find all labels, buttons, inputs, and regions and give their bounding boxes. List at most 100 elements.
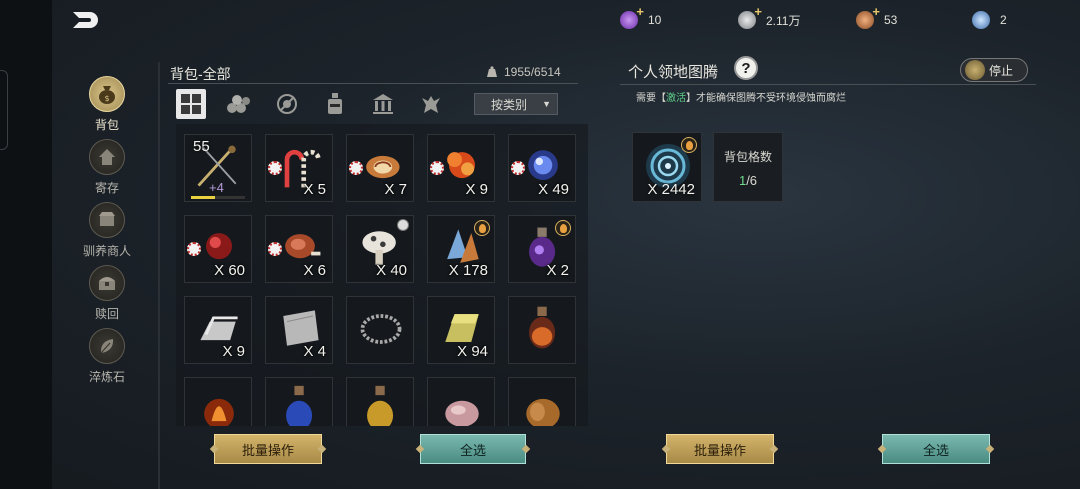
bag-title: 背包-全部	[170, 66, 231, 82]
sort-dropdown[interactable]: 按类别 ▼	[474, 93, 558, 115]
item-slot[interactable]	[508, 377, 576, 426]
tab-food[interactable]	[272, 89, 302, 119]
gear-badge-icon	[349, 161, 363, 175]
totem-note: 需要【激活】才能确保图腾不受环境侵蚀而腐烂	[636, 93, 846, 104]
bag-capacity: 1955/6514	[486, 65, 561, 79]
item-quantity: X 9	[465, 181, 488, 198]
flame-badge-icon	[474, 220, 490, 236]
item-slot[interactable]	[346, 377, 414, 426]
tab-potions[interactable]	[320, 89, 350, 119]
back-arrow-icon[interactable]	[70, 8, 102, 32]
totem-item-slot[interactable]: X 2442	[632, 132, 702, 202]
item-quantity: X 49	[538, 181, 569, 198]
totem-select-all-button[interactable]: 全选	[882, 434, 990, 464]
creature-icon	[422, 96, 440, 113]
flame-badge-icon	[681, 137, 697, 153]
nav-item-redeem[interactable]: 赎回	[80, 265, 134, 328]
tab-special[interactable]	[416, 89, 446, 119]
tab-materials[interactable]	[224, 89, 254, 119]
gear-badge-icon	[430, 161, 444, 175]
currency-copper[interactable]: + 53	[856, 4, 897, 32]
chest-icon	[89, 265, 125, 301]
currency-silver[interactable]: + 2.11万	[738, 4, 801, 32]
item-slot[interactable]	[508, 296, 576, 364]
nav-item-merchant[interactable]: 驯养商人	[80, 202, 134, 265]
item-slot[interactable]: X 2	[508, 215, 576, 283]
item-slot[interactable]: X 178	[427, 215, 495, 283]
item-quantity: X 7	[384, 181, 407, 198]
currency-value: 2	[1000, 13, 1007, 27]
item-slot[interactable]: X 60	[184, 215, 252, 283]
item-quantity: X 2	[546, 262, 569, 279]
item-quantity: X 94	[457, 343, 488, 360]
nav-item-bag[interactable]: $ 背包	[80, 76, 134, 139]
chevron-down-icon: ▼	[542, 99, 551, 109]
screen-edge	[0, 0, 52, 489]
building-icon	[373, 94, 393, 114]
category-tabs	[176, 88, 466, 120]
nav-item-storage[interactable]: 寄存	[80, 139, 134, 202]
sort-label: 按类别	[491, 97, 528, 112]
item-grid: 55 +4 X 5 X 7 X 9 X 49 X 60 X 6 X 40 X 178 X 2 X 9 X…	[176, 124, 588, 426]
tab-all[interactable]	[176, 89, 206, 119]
grid-icon	[181, 94, 201, 114]
flame-orb-icon	[204, 398, 234, 426]
item-quantity: X 40	[376, 262, 407, 279]
svg-text:$: $	[104, 94, 109, 103]
orange-potion-icon	[529, 306, 556, 349]
item-slot[interactable]: X 40	[346, 215, 414, 283]
item-slot[interactable]: X 9	[427, 134, 495, 202]
item-slot[interactable]	[184, 377, 252, 426]
nav-item-temper-stone[interactable]: 淬炼石	[80, 328, 134, 391]
purple-gem-icon: +	[620, 4, 644, 29]
title-rule	[168, 83, 578, 84]
house-icon	[89, 139, 125, 175]
item-slot[interactable]: X 6	[265, 215, 333, 283]
tab-buildings[interactable]	[368, 89, 398, 119]
activate-link[interactable]: 激活	[666, 93, 686, 104]
item-slot[interactable]: X 49	[508, 134, 576, 202]
item-slot[interactable]: X 5	[265, 134, 333, 202]
totem-title: 个人领地图腾	[628, 64, 719, 81]
item-slot[interactable]: 55 +4	[184, 134, 252, 202]
item-quantity: X 9	[222, 343, 245, 360]
stop-knob-icon	[965, 60, 985, 80]
bag-slot-label: 背包格数	[723, 150, 772, 164]
logs-icon	[227, 95, 250, 113]
currency-purple[interactable]: + 10	[620, 4, 662, 32]
gold-potion-icon	[367, 385, 394, 426]
item-slot[interactable]	[346, 296, 414, 364]
currency-value: 10	[648, 13, 662, 27]
totem-rule	[620, 84, 1036, 85]
bag-icon: $	[89, 76, 125, 112]
item-slot[interactable]: X 7	[346, 134, 414, 202]
totem-batch-action-button[interactable]: 批量操作	[666, 434, 774, 464]
item-slot[interactable]: X 4	[265, 296, 333, 364]
currency-value: 2.11万	[766, 13, 801, 28]
item-quantity: X 60	[214, 262, 245, 279]
bag-slot-count: 背包格数 1/6	[713, 132, 783, 202]
leather-roll-icon	[526, 398, 560, 426]
merchant-icon	[89, 202, 125, 238]
help-button[interactable]: ?	[734, 56, 758, 80]
blue-potion-icon	[286, 385, 313, 426]
item-slot[interactable]: X 9	[184, 296, 252, 364]
currency-blue[interactable]: 2	[972, 8, 1007, 32]
item-slot[interactable]	[427, 377, 495, 426]
gear-badge-icon	[187, 242, 201, 256]
weight-icon	[487, 66, 497, 77]
select-all-button[interactable]: 全选	[420, 434, 526, 464]
durability-bar	[191, 196, 245, 199]
blue-crystal-icon	[972, 11, 990, 29]
item-slot[interactable]	[265, 377, 333, 426]
panel-divider	[158, 62, 160, 489]
item-slot[interactable]: X 94	[427, 296, 495, 364]
item-quantity: X 6	[303, 262, 326, 279]
item-level: 55	[193, 138, 210, 155]
stop-toggle[interactable]: 停止	[960, 58, 1028, 82]
gear-badge-icon	[268, 242, 282, 256]
copper-coin-icon: +	[856, 4, 880, 29]
item-quantity: X 2442	[647, 181, 695, 198]
batch-action-button[interactable]: 批量操作	[214, 434, 322, 464]
item-quantity: X 4	[303, 343, 326, 360]
